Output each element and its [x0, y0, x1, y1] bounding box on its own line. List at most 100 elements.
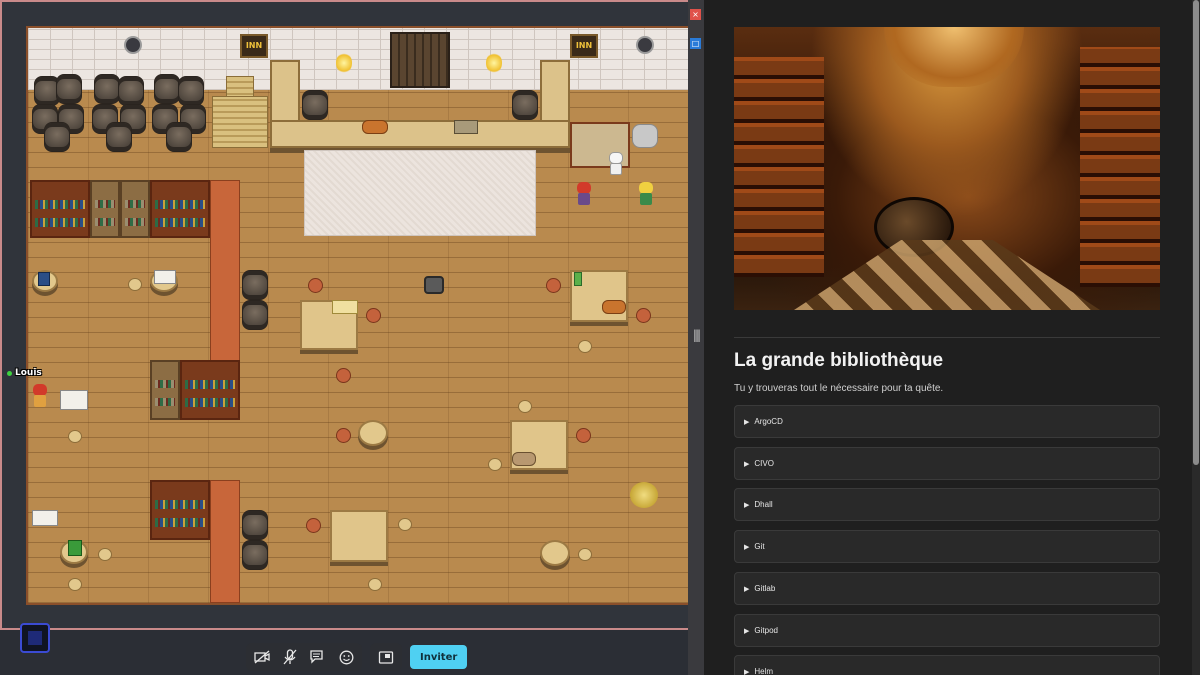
barrel: [118, 76, 144, 106]
stool: [128, 278, 142, 291]
caret-right-icon: ▶: [744, 501, 750, 509]
stool: [308, 278, 323, 293]
open-book-icon[interactable]: [60, 390, 88, 410]
npc-chef[interactable]: [606, 152, 626, 176]
barrel: [242, 540, 268, 570]
bread-icon: [512, 452, 536, 466]
page-subtitle: Tu y trouveras tout le nécessaire pour t…: [734, 383, 944, 394]
npc-red-hair[interactable]: [574, 182, 594, 206]
page-title: La grande bibliothèque: [734, 350, 944, 371]
barrel: [166, 122, 192, 152]
hay-crate: [212, 96, 268, 148]
tools-icon: [454, 120, 478, 134]
scrollbar-thumb[interactable]: [1193, 0, 1199, 465]
window-icon: [636, 36, 654, 54]
entrance-door[interactable]: [390, 32, 450, 88]
caret-right-icon: ▶: [744, 627, 750, 635]
cheese-icon: [332, 300, 358, 314]
accordion-label: Gitpod: [754, 626, 778, 635]
open-book-icon[interactable]: [32, 510, 58, 526]
player-avatar[interactable]: [30, 384, 50, 408]
accordion-label: ArgoCD: [754, 417, 783, 426]
barrel: [106, 122, 132, 152]
bookshelf: [150, 480, 210, 540]
accordion-label: Git: [754, 542, 765, 551]
accordion-item-civo[interactable]: ▶ CIVO: [734, 447, 1160, 480]
barrel: [512, 90, 538, 120]
action-bar: Inviter: [246, 643, 468, 671]
chat-icon[interactable]: [306, 646, 330, 668]
accordion-item-dhall[interactable]: ▶ Dhall: [734, 488, 1160, 521]
stool: [518, 400, 532, 413]
inn-sign: INN: [570, 34, 598, 58]
accordion-label: Helm: [754, 667, 774, 675]
library-hero-image: [734, 27, 1160, 310]
lamp-icon: [336, 52, 352, 74]
stool: [98, 548, 112, 561]
stool: [398, 518, 412, 531]
share-controls: [370, 643, 402, 671]
barrel: [242, 510, 268, 540]
accordion-item-helm[interactable]: ▶ Helm: [734, 655, 1160, 675]
stool: [578, 340, 592, 353]
npc-blonde[interactable]: [636, 182, 656, 206]
table: [330, 510, 388, 562]
accordion-item-git[interactable]: ▶ Git: [734, 530, 1160, 563]
player-nametag: Louis: [7, 368, 42, 378]
panel-scrollbar[interactable]: [1192, 0, 1200, 675]
app-logo[interactable]: [20, 623, 50, 653]
share-screen-icon[interactable]: [374, 646, 398, 668]
camera-off-icon[interactable]: [250, 646, 274, 668]
stool: [578, 548, 592, 561]
bucket-icon: [424, 276, 444, 294]
invite-button[interactable]: Inviter: [410, 645, 468, 669]
tavern-map[interactable]: INN INN: [26, 26, 690, 605]
stool: [546, 278, 561, 293]
accordion-item-gitlab[interactable]: ▶ Gitlab: [734, 572, 1160, 605]
close-panel-button[interactable]: ×: [690, 9, 701, 20]
media-controls: [246, 643, 362, 671]
fullscreen-panel-button[interactable]: □: [690, 38, 701, 49]
bookshelf: [150, 360, 180, 420]
caret-right-icon: ▶: [744, 585, 750, 593]
game-area[interactable]: INN INN Louis Inviter: [0, 0, 690, 675]
mic-off-icon[interactable]: [278, 646, 302, 668]
stool: [636, 308, 651, 323]
stool: [366, 308, 381, 323]
book-icon[interactable]: [68, 540, 82, 556]
bookshelf: [90, 180, 120, 238]
accordion-label: CIVO: [754, 459, 774, 468]
caret-right-icon: ▶: [744, 460, 750, 468]
window-icon: [124, 36, 142, 54]
side-panel: La grande bibliothèque Tu y trouveras to…: [704, 0, 1192, 675]
resize-grip-icon[interactable]: |||: [690, 328, 702, 344]
bookshelf: [30, 180, 90, 238]
stool: [306, 518, 321, 533]
inn-sign: INN: [240, 34, 268, 58]
barrel: [242, 270, 268, 300]
online-status-icon: [7, 370, 12, 376]
accordion-item-gitpod[interactable]: ▶ Gitpod: [734, 614, 1160, 647]
accordion-item-argocd[interactable]: ▶ ArgoCD: [734, 405, 1160, 438]
barrel: [178, 76, 204, 106]
caret-right-icon: ▶: [744, 418, 750, 426]
bread-icon: [362, 120, 388, 134]
hay-bale-icon: [630, 482, 658, 508]
partition-wall: [210, 480, 240, 603]
stool: [336, 368, 351, 383]
stool: [488, 458, 502, 471]
barrel: [56, 74, 82, 104]
caret-right-icon: ▶: [744, 668, 750, 675]
emoji-icon[interactable]: [334, 646, 358, 668]
stool: [336, 428, 351, 443]
caret-right-icon: ▶: [744, 543, 750, 551]
book-icon[interactable]: [38, 272, 50, 286]
bookshelf: [120, 180, 150, 238]
barrel: [154, 74, 180, 104]
bread-icon: [602, 300, 626, 314]
barrel: [44, 122, 70, 152]
barrel: [302, 90, 328, 120]
stool: [68, 578, 82, 591]
open-book-icon[interactable]: [154, 270, 176, 284]
divider-line: [734, 337, 1160, 338]
